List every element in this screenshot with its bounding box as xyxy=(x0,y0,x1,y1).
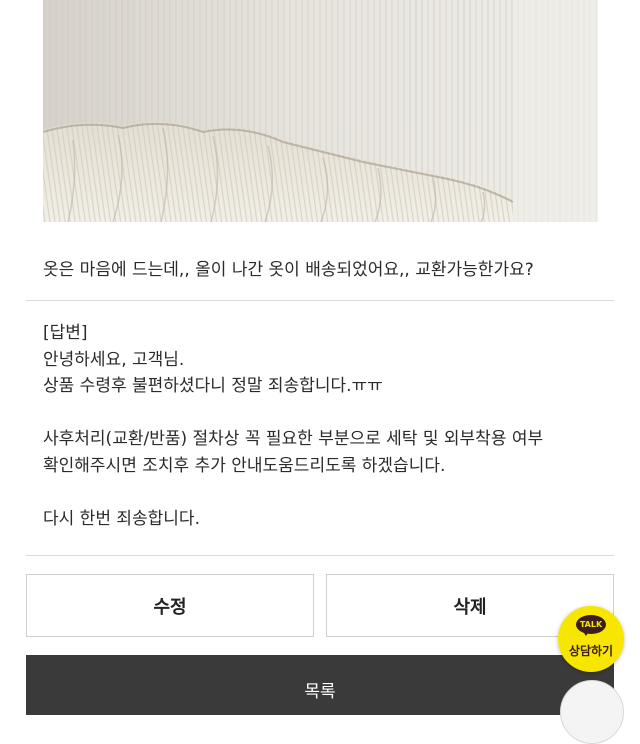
product-photo xyxy=(43,0,598,222)
kakao-bubble-tail xyxy=(582,630,590,636)
answer-line: 확인해주시면 조치후 추가 안내도움드리도록 하겠습니다. xyxy=(43,455,446,476)
answer-blank-line xyxy=(43,400,613,427)
list-button[interactable]: 목록 xyxy=(26,655,614,715)
kakao-consult-label: 상담하기 xyxy=(568,644,614,658)
divider xyxy=(26,555,614,556)
answer-blank-line xyxy=(43,479,613,506)
fabric-image xyxy=(43,0,598,222)
answer-line: 사후처리(교환/반품) 절차상 꼭 필요한 부분으로 세탁 및 외부착용 여부 xyxy=(43,429,544,449)
answer-line: 상품 수령후 불편하셨다니 정말 죄송합니다.ㅠㅠ xyxy=(43,376,383,396)
answer-line: 안녕하세요, 고객님. xyxy=(43,349,185,370)
divider xyxy=(26,300,614,301)
question-text: 옷은 마음에 드는데,, 올이 나간 옷이 배송되었어요,, 교환가능한가요? xyxy=(43,260,534,280)
scroll-top-button[interactable] xyxy=(560,680,624,744)
edit-button[interactable]: 수정 xyxy=(26,574,314,637)
answer-line: [답변] xyxy=(43,323,88,343)
kakao-consult-button[interactable]: TALK 상담하기 xyxy=(558,606,624,672)
answer-line: 다시 한번 죄송합니다. xyxy=(43,508,200,529)
kakao-talk-icon: TALK xyxy=(576,615,606,634)
answer-content: [답변] 안녕하세요, 고객님. 상품 수령후 불편하셨다니 정말 죄송합니다.… xyxy=(43,320,613,532)
